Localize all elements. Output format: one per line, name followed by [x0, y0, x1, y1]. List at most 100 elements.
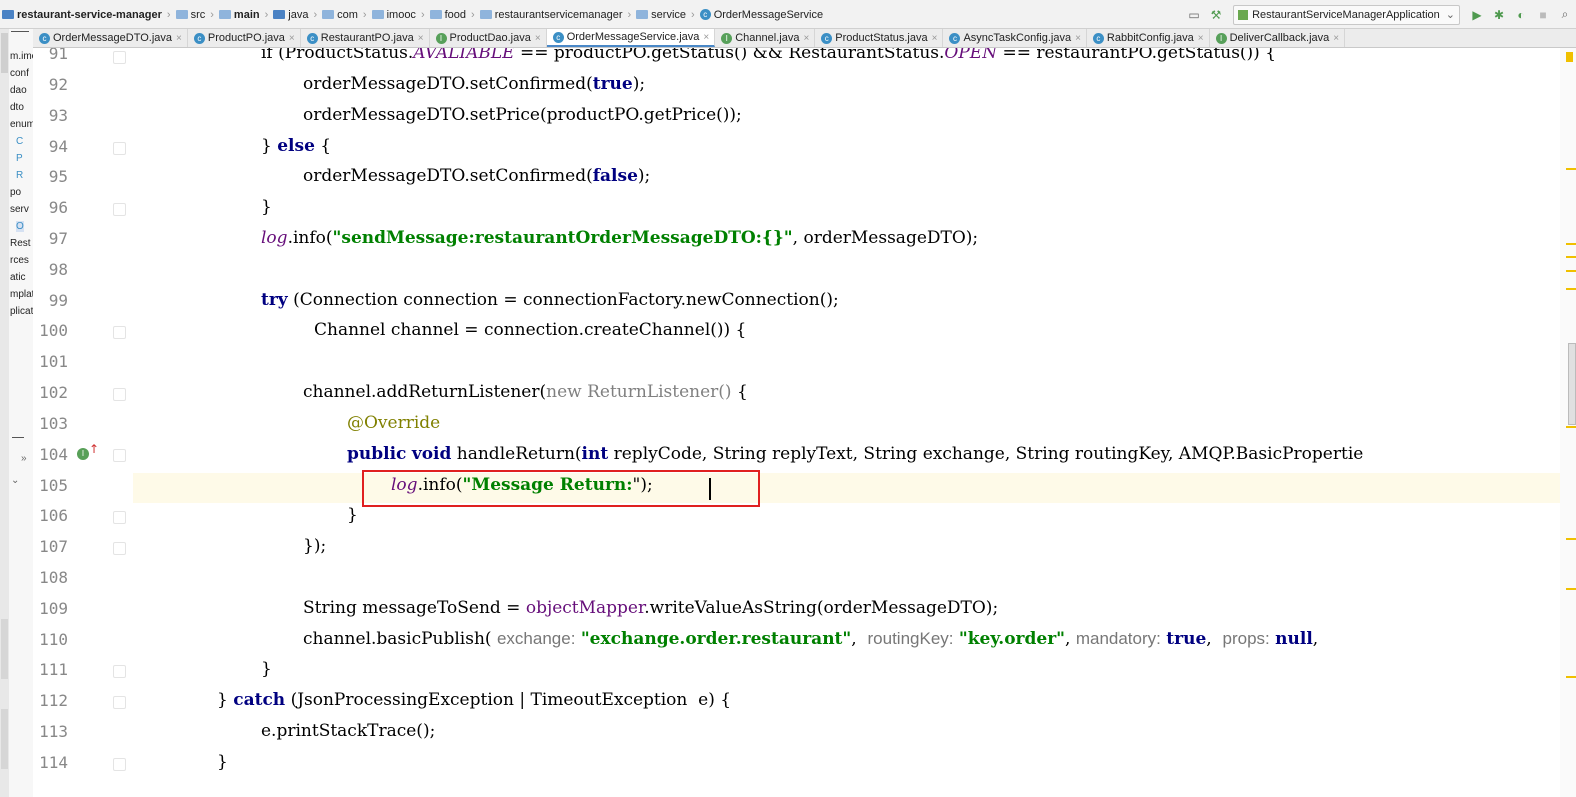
breadcrumb-item-com[interactable]: com [320, 9, 360, 21]
close-icon[interactable]: × [703, 32, 709, 43]
tree-item[interactable]: serv [10, 204, 29, 215]
coverage-icon[interactable]: ◐ [1512, 6, 1530, 24]
close-icon[interactable]: × [289, 33, 295, 44]
scrollbar-thumb[interactable] [1568, 343, 1576, 425]
class-icon: c [821, 32, 833, 44]
breadcrumb-item-package[interactable]: restaurantservicemanager [478, 9, 625, 21]
line-number: 110 [39, 630, 68, 649]
close-icon[interactable]: × [1333, 33, 1339, 44]
tab-orderMessageService[interactable]: c OrderMessageService.java × [546, 29, 716, 47]
build-hammer-icon[interactable]: ⚒ [1207, 6, 1225, 24]
tree-item[interactable]: po [10, 187, 21, 198]
tab-productDao[interactable]: I ProductDao.java × [430, 29, 547, 47]
expand-icon[interactable]: » [21, 453, 27, 464]
collapse-icon[interactable] [11, 31, 29, 32]
warning-mark[interactable] [1566, 270, 1576, 272]
chevron-right-icon: › [691, 8, 695, 21]
tree-item-selected[interactable]: O [16, 221, 24, 232]
line-number: 100 [39, 321, 68, 340]
warning-mark[interactable] [1566, 588, 1576, 590]
tree-item[interactable]: enum [10, 119, 33, 130]
close-icon[interactable]: × [932, 33, 938, 44]
interface-icon: I [1215, 32, 1227, 44]
stop-icon[interactable]: ■ [1534, 6, 1552, 24]
warning-mark[interactable] [1566, 538, 1576, 540]
tab-orderMessageDTO[interactable]: c OrderMessageDTO.java × [33, 29, 188, 47]
chevron-right-icon: › [471, 8, 475, 21]
run-configuration-select[interactable]: RestaurantServiceManagerApplication ⌄ [1233, 4, 1460, 25]
tab-productPO[interactable]: c ProductPO.java × [188, 29, 301, 47]
tree-item[interactable]: rces [10, 255, 29, 266]
fold-marker[interactable] [113, 51, 126, 64]
error-stripe[interactable] [1560, 48, 1576, 797]
fold-marker[interactable] [113, 203, 126, 216]
fold-marker[interactable] [113, 542, 126, 555]
tab-channel[interactable]: I Channel.java × [715, 29, 816, 47]
fold-marker[interactable] [113, 388, 126, 401]
close-icon[interactable]: × [418, 33, 424, 44]
tree-item[interactable]: atic [10, 272, 26, 283]
tab-asyncTaskConfig[interactable]: c AsyncTaskConfig.java × [943, 29, 1087, 47]
tree-item[interactable]: conf [10, 68, 29, 79]
tree-item[interactable]: m.imo [10, 51, 33, 62]
minimize-icon[interactable] [12, 437, 24, 438]
breadcrumb-item-main[interactable]: main [217, 9, 262, 21]
warning-icon[interactable] [1566, 52, 1573, 62]
tab-productStatus[interactable]: c ProductStatus.java × [815, 29, 944, 47]
fold-marker[interactable] [113, 142, 126, 155]
implements-method-icon[interactable]: I [77, 448, 89, 460]
close-icon[interactable]: × [535, 33, 541, 44]
warning-mark[interactable] [1566, 256, 1576, 258]
tree-item-class[interactable]: C [16, 136, 23, 147]
code-editor[interactable]: 91 92 93 94 95 96 97 98 99 100 101 102 1… [33, 48, 1576, 797]
tree-item[interactable]: dao [10, 85, 27, 96]
project-tree-panel: m.imo conf dao dto enum C P R po serv O … [9, 29, 34, 797]
fold-marker[interactable] [113, 511, 126, 524]
fold-marker[interactable] [113, 696, 126, 709]
warning-mark[interactable] [1566, 168, 1576, 170]
close-icon[interactable]: × [803, 33, 809, 44]
close-icon[interactable]: × [1198, 33, 1204, 44]
line-number: 108 [39, 568, 68, 587]
class-icon: c [949, 32, 961, 44]
code-line-113: e.printStackTrace(); [261, 721, 436, 741]
line-number: 103 [39, 414, 68, 433]
warning-mark[interactable] [1566, 288, 1576, 290]
breadcrumb-item-class[interactable]: c OrderMessageService [698, 9, 825, 21]
run-icon[interactable]: ▶ [1468, 6, 1486, 24]
tree-item-class[interactable]: R [16, 170, 23, 181]
layout-icon[interactable]: ▭ [1185, 6, 1203, 24]
breadcrumb-item-src[interactable]: src [174, 9, 208, 21]
tab-deliverCallback[interactable]: I DeliverCallback.java × [1210, 29, 1346, 47]
tree-item[interactable]: Rest [10, 238, 31, 249]
fold-marker[interactable] [113, 665, 126, 678]
warning-mark[interactable] [1566, 426, 1576, 428]
chevron-down-icon[interactable]: ⌄ [11, 475, 19, 486]
close-icon[interactable]: × [1075, 33, 1081, 44]
warning-mark[interactable] [1566, 243, 1576, 245]
tree-item[interactable]: mplat [10, 289, 33, 300]
tab-rabbitConfig[interactable]: c RabbitConfig.java × [1087, 29, 1210, 47]
tree-item[interactable]: plicat [10, 306, 33, 317]
breadcrumb-item-java[interactable]: java [271, 9, 310, 21]
tab-restaurantPO[interactable]: c RestaurantPO.java × [301, 29, 430, 47]
debug-icon[interactable]: ✱ [1490, 6, 1508, 24]
project-tool-button[interactable] [1, 33, 8, 73]
breadcrumb-item-imooc[interactable]: imooc [370, 9, 418, 21]
fold-marker[interactable] [113, 326, 126, 339]
favorites-tool-button[interactable] [1, 709, 8, 769]
warning-mark[interactable] [1566, 676, 1576, 678]
breadcrumb-item-project[interactable]: restaurant-service-manager [0, 9, 164, 21]
breadcrumb-item-service[interactable]: service [634, 9, 688, 21]
fold-marker[interactable] [113, 449, 126, 462]
close-icon[interactable]: × [176, 33, 182, 44]
search-icon[interactable]: ⌕ [1556, 6, 1574, 24]
structure-tool-button[interactable] [1, 619, 8, 679]
line-number: 97 [48, 229, 68, 248]
tree-item-class[interactable]: P [16, 153, 23, 164]
breadcrumb-item-food[interactable]: food [428, 9, 468, 21]
code-line-111: } [261, 659, 272, 679]
folder-icon [218, 10, 231, 19]
tree-item[interactable]: dto [10, 102, 24, 113]
fold-marker[interactable] [113, 758, 126, 771]
